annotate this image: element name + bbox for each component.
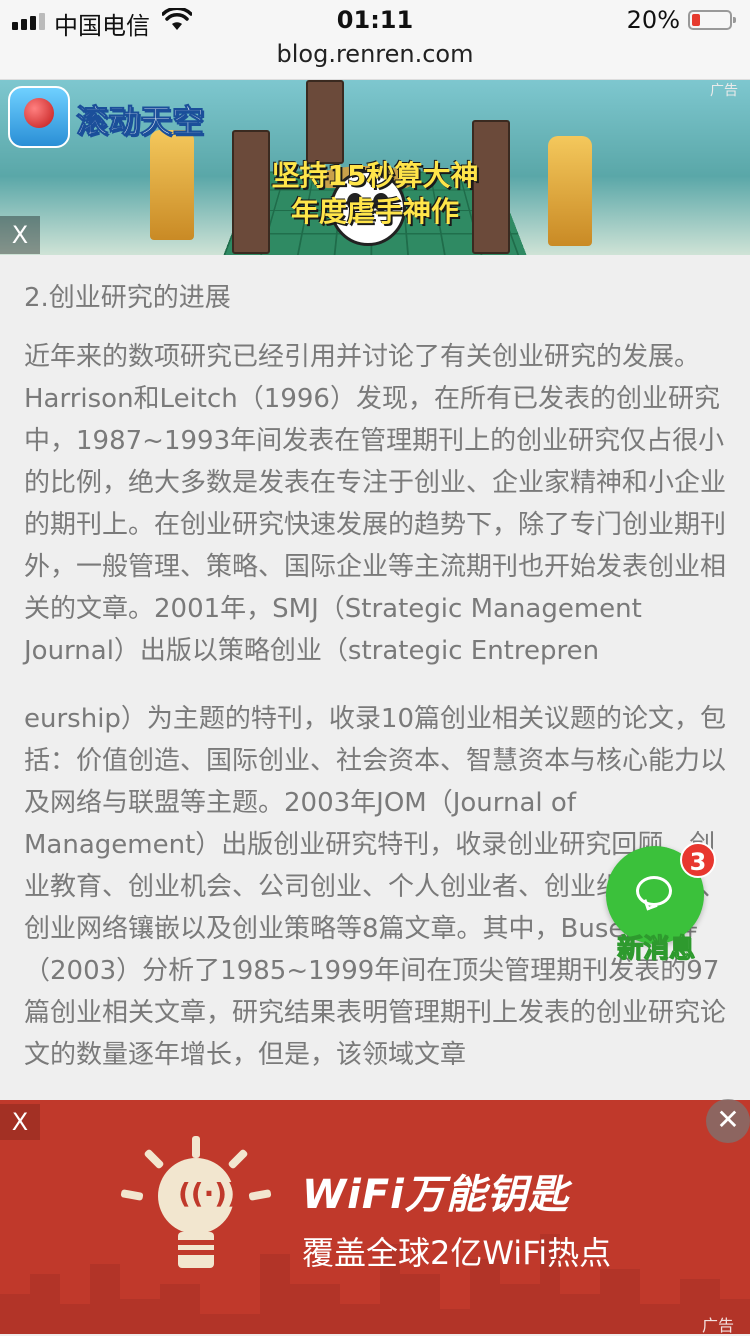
- pillar-graphic: [306, 80, 344, 164]
- bottom-ad-close-button[interactable]: X: [0, 1104, 40, 1140]
- light-ray-graphic: [120, 1189, 144, 1201]
- light-ray-graphic: [192, 1136, 200, 1158]
- article-paragraph: 近年来的数项研究已经引用并讨论了有关创业研究的发展。Harrison和Leitc…: [24, 342, 727, 666]
- ad-slogan-line1: 坚持15秒算大神: [271, 159, 479, 192]
- ad-tagline: 覆盖全球2亿WiFi热点: [302, 1234, 612, 1272]
- lightbulb-base-icon: [178, 1232, 214, 1268]
- light-ray-graphic: [248, 1189, 272, 1201]
- ad-brand-name: WiFi万能钥匙: [302, 1172, 569, 1218]
- game-title: 滚动天空: [75, 102, 205, 141]
- wifi-signal-icon: ((·)): [178, 1177, 240, 1210]
- ad-slogan-line2: 年度虐手神作: [290, 195, 459, 228]
- notification-badge: 3: [680, 842, 716, 878]
- bottom-ad-dismiss-button[interactable]: ✕: [706, 1099, 750, 1143]
- bottom-ad-label: 广告: [701, 1316, 734, 1335]
- light-ray-graphic: [227, 1148, 249, 1170]
- section-heading: 2.创业研究的进展: [24, 283, 231, 313]
- new-message-label[interactable]: 新消息: [606, 928, 706, 965]
- status-bar: 中国电信 01:11 20%: [0, 0, 750, 40]
- top-ad-label: 广告: [710, 83, 738, 99]
- game-app-icon[interactable]: [8, 86, 70, 148]
- battery-percent: 20%: [626, 6, 680, 34]
- top-ad-close-button[interactable]: X: [0, 216, 40, 254]
- battery-icon: [688, 10, 736, 30]
- chat-bubble-icon: [636, 876, 672, 906]
- light-ray-graphic: [143, 1148, 165, 1170]
- address-bar[interactable]: blog.renren.com: [0, 40, 750, 80]
- bottom-ad-banner[interactable]: ((·)) WiFi万能钥匙 覆盖全球2亿WiFi热点: [0, 1100, 750, 1334]
